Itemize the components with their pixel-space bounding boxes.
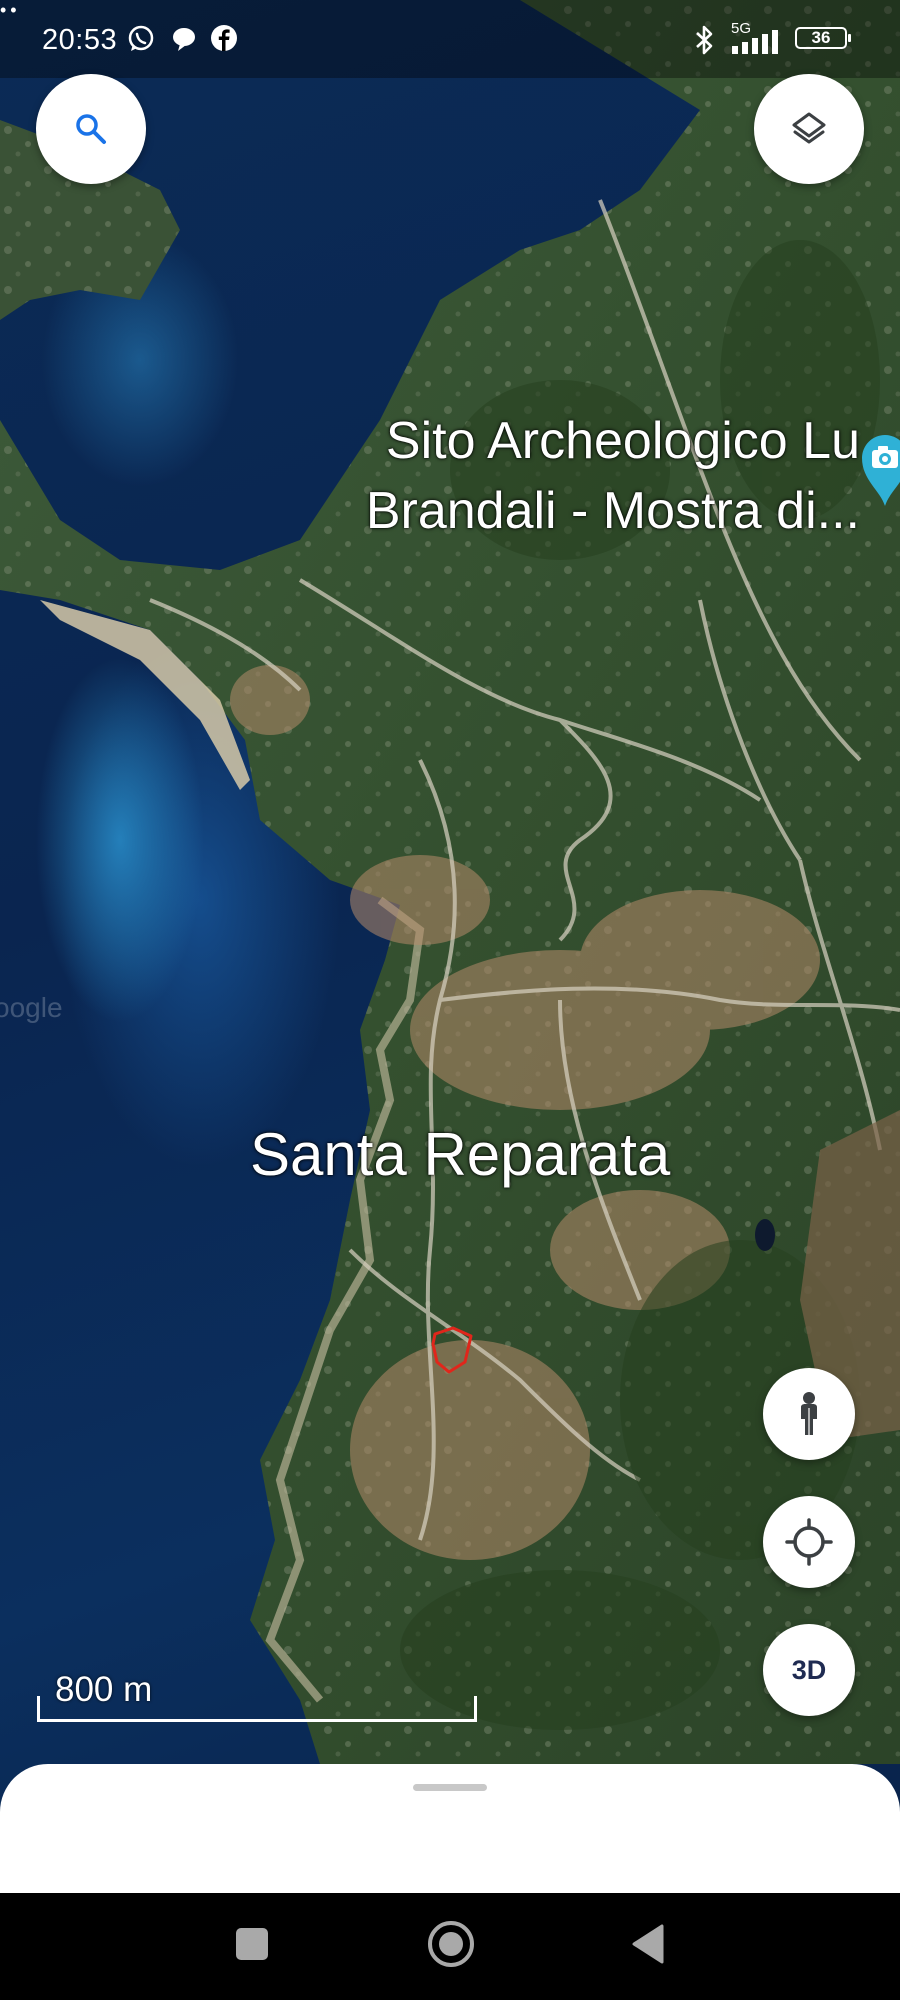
status-bar: 20:53 •• 5G 36 — [0, 0, 900, 78]
scale-bar: 800 m — [37, 1670, 480, 1722]
recents-button[interactable] — [236, 1928, 268, 1960]
red-annotation-circle — [431, 1326, 473, 1374]
home-button[interactable] — [428, 1921, 474, 1967]
layers-button[interactable] — [754, 74, 864, 184]
bluetooth-icon — [696, 25, 713, 55]
poi-label[interactable]: Sito Archeologico Lu Brandali - Mostra d… — [300, 406, 860, 546]
battery-indicator: 36 — [795, 27, 851, 49]
clock: 20:53 — [42, 24, 118, 56]
my-location-icon — [785, 1518, 833, 1566]
place-label[interactable]: Santa Reparata — [250, 1120, 670, 1189]
pegman-icon — [801, 1392, 817, 1435]
more-icon: •• — [0, 0, 21, 20]
search-icon — [76, 114, 106, 144]
tilt-3d-button[interactable]: 3D — [763, 1624, 855, 1716]
scale-line — [37, 1696, 477, 1722]
back-button[interactable] — [630, 1923, 666, 1965]
camera-pin-icon[interactable] — [860, 428, 900, 508]
street-view-button[interactable] — [763, 1368, 855, 1460]
whatsapp-icon — [128, 25, 154, 51]
chat-icon — [173, 28, 195, 51]
bottom-sheet-drag-handle[interactable] — [413, 1784, 487, 1791]
facebook-icon — [211, 25, 237, 51]
system-navigation-bar — [0, 1893, 900, 2000]
map-watermark: oogle — [0, 992, 63, 1023]
tilt-3d-label: 3D — [791, 1654, 827, 1685]
search-button[interactable] — [36, 74, 146, 184]
signal-strength-icon — [732, 30, 778, 54]
my-location-button[interactable] — [763, 1496, 855, 1588]
bottom-sheet[interactable] — [0, 1764, 900, 1894]
layers-icon — [792, 112, 826, 144]
